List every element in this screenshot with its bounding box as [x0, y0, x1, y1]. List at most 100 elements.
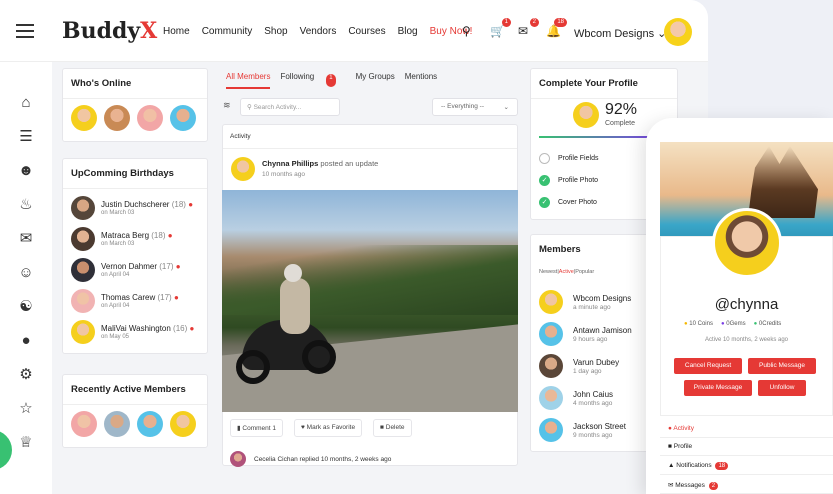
list-item[interactable]: Justin Duchscherer (18) ● on March 03 — [71, 196, 193, 220]
reply-author[interactable]: Cecelia Cichan — [254, 456, 298, 463]
filter-popular[interactable]: Popular — [575, 269, 594, 275]
list-item[interactable]: Jackson Street 9 months ago — [539, 418, 626, 442]
unfollow-button[interactable]: Unfollow — [758, 380, 806, 396]
list-item[interactable]: Thomas Carew (17) ● on April 04 — [71, 289, 179, 313]
user-avatar[interactable] — [664, 18, 692, 46]
credit-icon: ● — [753, 321, 758, 327]
list-item[interactable]: Antawn Jamison 9 hours ago — [539, 322, 632, 346]
tab-mentions[interactable]: Mentions — [405, 72, 437, 89]
widget-title: Who's Online — [63, 69, 207, 99]
avatar[interactable] — [231, 157, 255, 181]
trophy-icon[interactable]: ♕ — [17, 434, 35, 452]
user-add-icon[interactable]: ☺ — [17, 264, 35, 282]
list-item[interactable]: Matraca Berg (18) ● on March 03 — [71, 227, 173, 251]
nav-vendors[interactable]: Vendors — [300, 26, 337, 37]
cart-icon[interactable]: 🛒 1 — [490, 18, 511, 38]
nav-blog[interactable]: Blog — [398, 26, 418, 37]
comment-button[interactable]: ▮ Comment 1 — [230, 419, 284, 437]
chat-icon[interactable]: ● — [17, 332, 35, 350]
list-item[interactable]: MaliVai Washington (16) ● on May 05 — [71, 320, 194, 344]
recent-members-widget: Recently Active Members — [62, 374, 208, 448]
tab-my-groups[interactable]: My Groups — [356, 72, 395, 89]
profile-percent-label: Complete — [605, 120, 635, 127]
tab-following[interactable]: Following 1 — [280, 72, 345, 89]
comment-label: Comment — [242, 425, 271, 432]
gear-icon[interactable]: ⚙ — [17, 366, 35, 384]
logo-text: Buddy — [62, 18, 141, 44]
avatar[interactable] — [71, 411, 97, 437]
cancel-request-button[interactable]: Cancel Request — [674, 358, 742, 374]
profile-stats: ● 10 Coins ● 0Gems ● 0Credits — [684, 321, 781, 327]
member-time: 4 months ago — [573, 399, 613, 407]
avatar[interactable] — [104, 105, 130, 131]
filter-newest[interactable]: Newest — [539, 269, 557, 275]
avatar — [71, 289, 95, 313]
avatar[interactable] — [170, 105, 196, 131]
filter-active[interactable]: Active — [559, 269, 574, 275]
profile-menu-profile[interactable]: ■ Profile — [660, 438, 833, 456]
mail-icon[interactable]: ✉ 2 — [518, 18, 539, 38]
search-icon[interactable]: ⚲ — [462, 24, 476, 38]
online-avatars — [71, 105, 196, 131]
list-item[interactable]: ✓ Cover Photo — [539, 197, 597, 208]
menu-icon[interactable] — [16, 24, 34, 38]
profile-avatar[interactable] — [712, 208, 782, 278]
member-time: 1 day ago — [573, 367, 602, 375]
layers-icon[interactable]: ☰ — [17, 128, 35, 146]
private-message-button[interactable]: Private Message — [684, 380, 752, 396]
activity-filter-select[interactable]: -- Everything -- ⌄ — [432, 98, 518, 116]
profile-menu-notifications[interactable]: ▲ Notifications 18 — [660, 457, 833, 475]
user-icon[interactable]: ☻ — [17, 162, 35, 180]
public-message-button[interactable]: Public Message — [748, 358, 816, 374]
list-item[interactable]: Profile Fields — [539, 153, 598, 164]
mail-icon[interactable]: ✉ — [17, 230, 35, 248]
logo[interactable]: BuddyX — [62, 18, 157, 44]
main-nav: Home Community Shop Vendors Courses Blog… — [163, 26, 484, 37]
left-sidebar: ⌂ ☰ ☻ ♨ ✉ ☺ ☯ ● ⚙ ☆ ♕ — [0, 62, 52, 494]
messages-badge: 2 — [708, 482, 719, 490]
avatar[interactable] — [71, 105, 97, 131]
birthday-date: on March 03 — [101, 210, 135, 216]
post-image[interactable] — [222, 190, 518, 412]
bell-icon[interactable]: 🔔 18 — [546, 18, 567, 38]
list-item[interactable]: John Caius 4 months ago — [539, 386, 613, 410]
post-author[interactable]: Chynna Phillips — [262, 159, 318, 168]
avatar[interactable] — [230, 451, 246, 467]
profile-menu-activity[interactable]: ● Activity — [660, 420, 833, 438]
rss-icon[interactable]: ≋ — [223, 100, 231, 111]
delete-button[interactable]: ■ Delete — [373, 419, 412, 437]
avatar[interactable] — [170, 411, 196, 437]
pin-icon: ● — [189, 324, 195, 333]
user-menu[interactable]: Wbcom Designs ⌄ — [574, 27, 666, 40]
profile-last-active: Active 10 months, 2 weeks ago — [704, 337, 789, 343]
avatar[interactable] — [137, 411, 163, 437]
nav-courses[interactable]: Courses — [348, 26, 385, 37]
logo-accent: X — [140, 18, 158, 44]
tab-all-members[interactable]: All Members — [226, 72, 271, 89]
list-item[interactable]: Varun Dubey 1 day ago — [539, 354, 619, 378]
cart-badge: 1 — [501, 18, 511, 27]
mail-icon: ✉ — [668, 482, 674, 489]
nav-community[interactable]: Community — [202, 26, 253, 37]
favorite-button[interactable]: ♥ Mark as Favorite — [294, 419, 363, 437]
nav-shop[interactable]: Shop — [264, 26, 287, 37]
post-time[interactable]: 10 months ago — [262, 171, 378, 178]
bell-icon[interactable]: ♨ — [17, 196, 35, 214]
avatar[interactable] — [573, 102, 599, 128]
list-item[interactable]: ✓ Profile Photo — [539, 175, 598, 186]
list-item[interactable]: Vernon Dahmer (17) ● on April 04 — [71, 258, 181, 282]
users-icon[interactable]: ☯ — [17, 298, 35, 316]
profile-menu-messages[interactable]: ✉ Messages 2 — [660, 476, 833, 494]
star-icon[interactable]: ☆ — [17, 400, 35, 418]
front-wheel — [236, 350, 270, 384]
member-name: John Caius — [573, 389, 614, 399]
trash-icon: ■ — [380, 424, 384, 431]
nav-home[interactable]: Home — [163, 26, 190, 37]
avatar — [539, 386, 563, 410]
list-item[interactable]: Wbcom Designs a minute ago — [539, 290, 631, 314]
avatar[interactable] — [104, 411, 130, 437]
avatar[interactable] — [137, 105, 163, 131]
activity-search-input[interactable]: ⚲ Search Activity... — [240, 98, 340, 116]
home-icon[interactable]: ⌂ — [17, 94, 35, 112]
activity-post-header: Chynna Phillips posted an update 10 mont… — [231, 157, 378, 181]
